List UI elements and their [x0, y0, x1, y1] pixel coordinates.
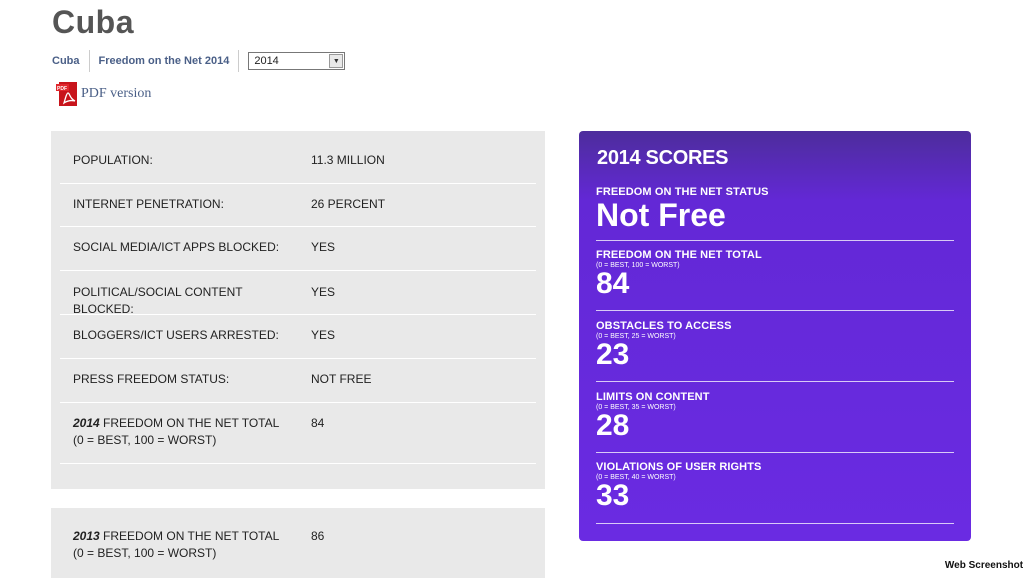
pdf-version-link[interactable]: PDF PDF version: [56, 81, 151, 107]
stat-year: 2014: [73, 416, 100, 430]
breadcrumb-divider: [88, 50, 90, 72]
stat-label-text: FREEDOM ON THE NET TOTAL (0 = BEST, 100 …: [73, 416, 279, 447]
stat-label: POLITICAL/SOCIAL CONTENT BLOCKED:: [73, 285, 243, 316]
year-select-value: 2014: [254, 55, 279, 67]
stat-year: 2013: [73, 529, 100, 543]
score-scale: (0 = BEST, 25 = WORST): [596, 333, 676, 340]
stat-row-press-freedom: PRESS FREEDOM STATUS: NOT FREE: [60, 359, 536, 403]
stat-label: PRESS FREEDOM STATUS:: [73, 372, 230, 386]
stat-value: YES: [311, 285, 336, 299]
stat-row-fotn-total-2014: 2014 FREEDOM ON THE NET TOTAL (0 = BEST,…: [60, 403, 536, 464]
scores-card: 2014 SCORES FREEDOM ON THE NET STATUS No…: [579, 131, 971, 541]
stat-value: NOT FREE: [311, 372, 372, 386]
svg-text:PDF: PDF: [57, 86, 67, 92]
breadcrumb-divider: [238, 50, 240, 72]
stat-value: 11.3 MILLION: [311, 153, 385, 167]
score-value: 33: [596, 479, 630, 512]
breadcrumb-report-link[interactable]: Freedom on the Net 2014: [99, 55, 230, 67]
stat-row-population: POPULATION: 11.3 MILLION: [60, 131, 536, 184]
stat-value: 26 PERCENT: [311, 197, 386, 211]
scores-title: 2014 SCORES: [597, 147, 729, 169]
stat-row-political-content-blocked: POLITICAL/SOCIAL CONTENT BLOCKED: YES: [60, 271, 536, 316]
score-label: OBSTACLES TO ACCESS: [596, 320, 732, 332]
score-value: 84: [596, 267, 630, 300]
score-scale: (0 = BEST, 100 = WORST): [596, 262, 680, 269]
stat-value: YES: [311, 328, 336, 342]
stat-value: 84: [311, 416, 325, 430]
score-status: FREEDOM ON THE NET STATUS Not Free: [596, 186, 954, 241]
breadcrumb-country-link[interactable]: Cuba: [52, 55, 80, 67]
score-scale: (0 = BEST, 35 = WORST): [596, 404, 676, 411]
score-value: 28: [596, 409, 630, 442]
stat-label-text: FREEDOM ON THE NET TOTAL (0 = BEST, 100 …: [73, 529, 279, 560]
stat-row-social-media-blocked: SOCIAL MEDIA/ICT APPS BLOCKED: YES: [60, 227, 536, 271]
breadcrumb: Cuba Freedom on the Net 2014 2014 ▼: [52, 49, 346, 73]
score-value: 23: [596, 338, 630, 371]
stat-row-internet-penetration: INTERNET PENETRATION: 26 PERCENT: [60, 183, 536, 227]
score-violations-of-user-rights: VIOLATIONS OF USER RIGHTS (0 = BEST, 40 …: [596, 461, 954, 524]
stat-label: POPULATION:: [73, 153, 153, 167]
score-label: FREEDOM ON THE NET TOTAL: [596, 249, 762, 261]
score-fotn-total: FREEDOM ON THE NET TOTAL (0 = BEST, 100 …: [596, 249, 954, 311]
score-scale: (0 = BEST, 40 = WORST): [596, 474, 676, 481]
status-value: Not Free: [596, 197, 726, 233]
stat-row-fotn-total-2013: 2013 FREEDOM ON THE NET TOTAL (0 = BEST,…: [60, 508, 536, 568]
pdf-version-label: PDF version: [81, 86, 152, 101]
stat-value: 86: [311, 529, 325, 543]
stat-label: 2013 FREEDOM ON THE NET TOTAL (0 = BEST,…: [73, 528, 288, 562]
stat-row-bloggers-arrested: BLOGGERS/ICT USERS ARRESTED: YES: [60, 315, 536, 359]
pdf-icon: PDF: [56, 82, 77, 106]
country-stats-panel-previous: 2013 FREEDOM ON THE NET TOTAL (0 = BEST,…: [51, 508, 545, 578]
stat-label: 2014 FREEDOM ON THE NET TOTAL (0 = BEST,…: [73, 415, 288, 449]
score-label: LIMITS ON CONTENT: [596, 391, 710, 403]
year-select[interactable]: 2014 ▼: [248, 52, 346, 70]
stat-label: BLOGGERS/ICT USERS ARRESTED:: [73, 328, 279, 342]
score-obstacles-to-access: OBSTACLES TO ACCESS (0 = BEST, 25 = WORS…: [596, 320, 954, 382]
stat-label: SOCIAL MEDIA/ICT APPS BLOCKED:: [73, 240, 280, 254]
watermark-label: Web Screenshot: [944, 556, 1024, 575]
chevron-down-icon[interactable]: ▼: [329, 54, 344, 68]
stat-value: YES: [311, 240, 336, 254]
score-label: VIOLATIONS OF USER RIGHTS: [596, 461, 762, 473]
page-title: Cuba: [52, 4, 134, 40]
stat-label: INTERNET PENETRATION:: [73, 197, 224, 211]
score-limits-on-content: LIMITS ON CONTENT (0 = BEST, 35 = WORST)…: [596, 391, 954, 453]
country-stats-panel: POPULATION: 11.3 MILLION INTERNET PENETR…: [51, 131, 545, 489]
